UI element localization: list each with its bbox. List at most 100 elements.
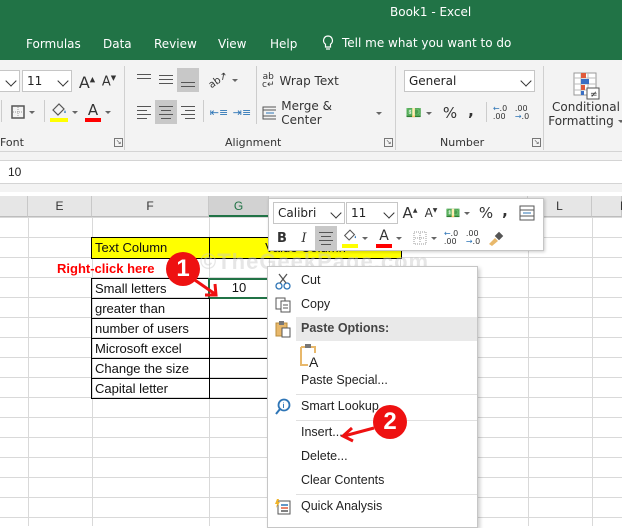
mini-accounting-button[interactable]: 💵 [443, 202, 473, 224]
menu-item-cut[interactable]: Cut [268, 269, 477, 293]
mini-fill-color-button[interactable] [341, 227, 369, 249]
orientation-button[interactable]: ab↗ [206, 70, 239, 90]
column-header-e[interactable]: E [28, 196, 92, 217]
mini-merge-center-icon [519, 205, 535, 221]
table-row-text[interactable]: Change the size [91, 358, 210, 378]
mini-font-name-combo[interactable]: Calibri [273, 202, 345, 224]
paste-values-option[interactable]: A [298, 343, 322, 370]
tab-help[interactable]: Help [270, 37, 297, 51]
middle-align-icon [159, 74, 173, 84]
mini-comma-button[interactable]: , [499, 200, 511, 222]
decrease-font-size-button[interactable]: A▼ [100, 72, 118, 92]
alignment-dialog-launcher[interactable]: ↘ [384, 138, 393, 147]
increase-indent-icon: ⇥≡ [232, 105, 252, 119]
decrease-indent-button[interactable]: ⇤≡ [208, 101, 230, 123]
number-format-combo[interactable]: General [404, 70, 535, 92]
borders-button[interactable] [8, 102, 38, 122]
menu-item-quick-analysis[interactable]: Quick Analysis [268, 495, 477, 519]
tell-me-text: Tell me what you want to do [342, 36, 512, 50]
column-header-f[interactable]: F [92, 196, 209, 217]
menu-item-label: Paste Special... [301, 373, 388, 387]
mini-bold-button[interactable]: B [273, 227, 291, 249]
mini-font-size-combo[interactable]: 11 [346, 202, 398, 224]
middle-align-button[interactable] [156, 68, 176, 90]
step-2-badge: 2 [373, 405, 407, 439]
menu-item-paste-special[interactable]: Paste Special... [268, 369, 477, 393]
mini-decrease-decimal-button[interactable]: .00 →.0 [463, 227, 483, 249]
accounting-format-button[interactable]: 💵 [404, 102, 434, 124]
decrease-font-icon: A▼ [101, 74, 117, 90]
comma-style-button[interactable]: , [464, 100, 478, 122]
comma-icon: , [468, 102, 474, 120]
increase-decimal-icon: ←.0.00 [492, 104, 508, 121]
svg-text:A: A [309, 354, 319, 369]
fill-color-button[interactable] [50, 100, 78, 124]
fill-bucket-icon [50, 102, 68, 122]
align-center-button[interactable] [155, 100, 177, 124]
menu-item-copy[interactable]: Copy [268, 293, 477, 317]
ribbon-tabs: Formulas Data Review View Help Tell me w… [0, 28, 622, 60]
table-row-text[interactable]: greater than [91, 298, 210, 318]
wrap-text-label: Wrap Text [279, 74, 339, 88]
mini-italic-button[interactable]: I [295, 227, 313, 249]
increase-decimal-button[interactable]: ←.0.00 [490, 102, 510, 124]
scissors-icon [275, 273, 291, 290]
formula-input[interactable]: 10 [0, 160, 622, 184]
tab-data[interactable]: Data [103, 37, 132, 51]
column-header-blank[interactable] [0, 196, 28, 217]
decrease-decimal-button[interactable]: .00 →.0 [512, 102, 532, 124]
mini-percent-button[interactable]: % [477, 202, 495, 224]
mini-font-color-button[interactable]: A [375, 227, 403, 249]
align-center-icon [159, 105, 173, 119]
tab-formulas[interactable]: Formulas [26, 37, 81, 51]
mini-font-size-value: 11 [351, 206, 367, 220]
align-left-button[interactable] [134, 101, 154, 123]
mini-increase-font-button[interactable]: A▲ [401, 203, 419, 223]
column-header-g[interactable]: G [209, 196, 269, 217]
font-dialog-launcher[interactable]: ↘ [114, 138, 123, 147]
column-header-m[interactable]: M [592, 196, 622, 217]
mini-merge-center-button[interactable] [517, 203, 537, 223]
number-dialog-launcher[interactable]: ↘ [532, 138, 541, 147]
mini-decrease-font-button[interactable]: A▼ [422, 203, 440, 223]
mini-center-button[interactable] [315, 226, 337, 250]
font-name-combo[interactable] [0, 70, 20, 92]
font-color-button[interactable]: A [84, 100, 112, 124]
conditional-formatting-label-2: Formatting [548, 114, 614, 128]
step-2-arrow-icon [340, 426, 375, 443]
table-row-text[interactable]: Capital letter [91, 378, 210, 399]
step-1-arrow-icon [188, 274, 218, 297]
mini-increase-decimal-button[interactable]: ←.0.00 [441, 227, 461, 249]
mini-borders-button[interactable] [411, 227, 439, 249]
font-size-combo[interactable]: 11 [22, 70, 72, 92]
tab-view[interactable]: View [218, 37, 246, 51]
increase-indent-button[interactable]: ⇥≡ [231, 101, 253, 123]
menu-item-label: Smart Lookup [301, 399, 379, 413]
ribbon: 11 A▲ A▼ A Font ↘ ab↗ ⇤≡ ⇥≡ ab c↵ Wrap Te… [0, 60, 622, 152]
mini-format-painter-button[interactable] [485, 227, 507, 249]
font-group-label: Font [0, 136, 24, 149]
title-bar: Book1 - Excel [0, 0, 622, 28]
menu-item-label: Cut [301, 273, 321, 287]
wrap-text-button[interactable]: ab c↵ Wrap Text [262, 70, 342, 92]
top-align-button[interactable] [134, 68, 154, 90]
conditional-formatting-button[interactable]: ≠ Conditional Formatting [548, 64, 622, 136]
number-format-value: General [409, 74, 457, 88]
lightbulb-icon [322, 35, 334, 50]
percent-style-button[interactable]: % [440, 102, 460, 124]
align-right-icon [181, 105, 195, 119]
menu-item-clear-contents[interactable]: Clear Contents [268, 469, 477, 493]
align-right-button[interactable] [178, 101, 198, 123]
increase-font-size-button[interactable]: A▲ [78, 72, 96, 92]
menu-item-delete[interactable]: Delete... [268, 445, 477, 469]
menu-item-label: Delete... [301, 449, 348, 463]
bottom-align-button[interactable] [177, 68, 199, 92]
menu-item-smart-lookup[interactable]: i Smart Lookup [268, 395, 477, 419]
merge-center-button[interactable]: Merge & Center [262, 99, 382, 127]
tab-review[interactable]: Review [154, 37, 197, 51]
mini-decrease-font-icon: A▼ [424, 206, 438, 220]
table-row-text[interactable]: Microsoft excel [91, 338, 210, 358]
table-row-text[interactable]: number of users [91, 318, 210, 338]
svg-text:i: i [283, 403, 285, 410]
tell-me-search[interactable]: Tell me what you want to do [322, 35, 511, 51]
